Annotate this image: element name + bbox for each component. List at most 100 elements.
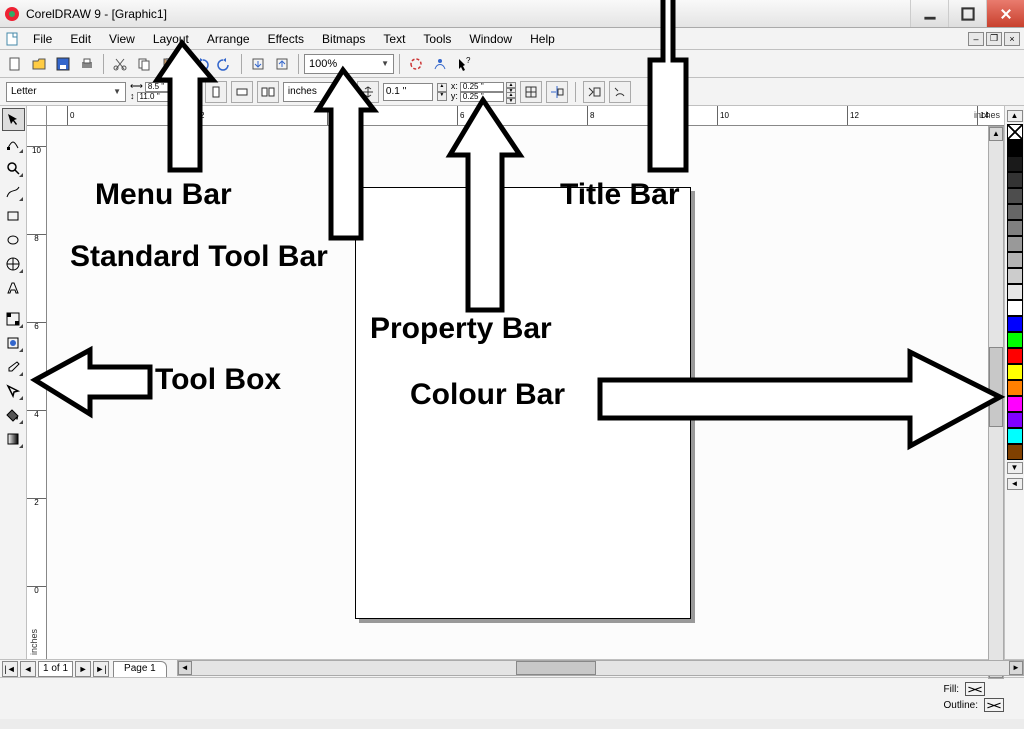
page-tab[interactable]: Page 1 — [113, 661, 167, 677]
minimize-button[interactable] — [910, 0, 948, 27]
color-swatch[interactable] — [1007, 348, 1023, 364]
menu-window[interactable]: Window — [460, 30, 521, 48]
save-button[interactable] — [52, 53, 74, 75]
drawing-canvas[interactable]: inches 02468101214 inches 1086420 — [27, 106, 1004, 659]
shape-tool[interactable] — [2, 132, 25, 155]
menu-bitmaps[interactable]: Bitmaps — [313, 30, 374, 48]
color-swatch[interactable] — [1007, 172, 1023, 188]
menu-edit[interactable]: Edit — [61, 30, 100, 48]
horizontal-ruler[interactable]: inches 02468101214 — [47, 106, 1004, 126]
color-swatch[interactable] — [1007, 380, 1023, 396]
first-page-button[interactable]: |◄ — [2, 661, 18, 677]
color-swatch[interactable] — [1007, 236, 1023, 252]
eyedropper-tool[interactable] — [2, 355, 25, 378]
horizontal-scrollbar[interactable]: ◄ ► — [177, 660, 1024, 676]
snap-to-guides-button[interactable] — [546, 81, 568, 103]
color-swatch[interactable] — [1007, 188, 1023, 204]
last-page-button[interactable]: ►| — [93, 661, 109, 677]
color-swatch[interactable] — [1007, 204, 1023, 220]
color-swatch[interactable] — [1007, 300, 1023, 316]
menu-effects[interactable]: Effects — [259, 30, 313, 48]
freehand-tool[interactable] — [2, 180, 25, 203]
mdi-minimize-button[interactable]: – — [968, 32, 984, 46]
color-swatch[interactable] — [1007, 140, 1023, 156]
outline-tool[interactable] — [2, 379, 25, 402]
color-swatch[interactable] — [1007, 444, 1023, 460]
color-swatch[interactable] — [1007, 396, 1023, 412]
color-swatch[interactable] — [1007, 428, 1023, 444]
page[interactable] — [355, 187, 691, 619]
treat-as-filled-button[interactable] — [609, 81, 631, 103]
new-button[interactable] — [4, 53, 26, 75]
text-tool[interactable] — [2, 276, 25, 299]
polygon-tool[interactable] — [2, 252, 25, 275]
color-swatch[interactable] — [1007, 220, 1023, 236]
page-layout-button[interactable] — [257, 81, 279, 103]
palette-flyout[interactable]: ◄ — [1007, 478, 1023, 490]
copy-button[interactable] — [133, 53, 155, 75]
close-button[interactable] — [986, 0, 1024, 27]
menu-view[interactable]: View — [100, 30, 144, 48]
mdi-restore-button[interactable]: ❐ — [986, 32, 1002, 46]
next-page-button[interactable]: ► — [75, 661, 91, 677]
color-swatch[interactable] — [1007, 364, 1023, 380]
menu-layout[interactable]: Layout — [144, 30, 198, 48]
menu-arrange[interactable]: Arrange — [198, 30, 259, 48]
vertical-scrollbar[interactable]: ▲ ▼ — [988, 126, 1004, 679]
interactive-transparency-tool[interactable] — [2, 331, 25, 354]
outline-indicator[interactable] — [984, 698, 1004, 712]
mdi-close-button[interactable]: × — [1004, 32, 1020, 46]
app-launcher-button[interactable] — [405, 53, 427, 75]
export-button[interactable] — [271, 53, 293, 75]
color-swatch[interactable] — [1007, 316, 1023, 332]
vertical-ruler[interactable]: inches 1086420 — [27, 126, 47, 659]
paper-height-field[interactable]: 11.0 '' — [137, 92, 181, 102]
dup-y-field[interactable]: 0.25 '' — [460, 92, 504, 102]
menu-tools[interactable]: Tools — [414, 30, 460, 48]
options-dialog-button[interactable] — [583, 81, 605, 103]
palette-scroll-down[interactable]: ▼ — [1007, 462, 1023, 474]
h-scroll-thumb[interactable] — [516, 661, 596, 675]
fill-tool[interactable] — [2, 403, 25, 426]
whats-this-button[interactable]: ? — [453, 53, 475, 75]
rectangle-tool[interactable] — [2, 204, 25, 227]
cut-button[interactable] — [109, 53, 131, 75]
redo-button[interactable] — [214, 53, 236, 75]
v-scroll-thumb[interactable] — [989, 347, 1003, 427]
dup-x-field[interactable]: 0.25 '' — [460, 82, 504, 92]
zoom-tool[interactable] — [2, 156, 25, 179]
prev-page-button[interactable]: ◄ — [20, 661, 36, 677]
undo-button[interactable] — [190, 53, 212, 75]
menu-help[interactable]: Help — [521, 30, 564, 48]
maximize-button[interactable] — [948, 0, 986, 27]
color-swatch[interactable] — [1007, 412, 1023, 428]
interactive-mesh-tool[interactable] — [2, 427, 25, 450]
ruler-origin[interactable] — [27, 106, 47, 126]
color-swatch[interactable] — [1007, 332, 1023, 348]
color-swatch[interactable] — [1007, 284, 1023, 300]
nudge-field[interactable]: 0.1 '' — [383, 83, 433, 101]
palette-scroll-up[interactable]: ▲ — [1007, 110, 1023, 122]
open-button[interactable] — [28, 53, 50, 75]
paper-size-combo[interactable]: Letter▼ — [6, 82, 126, 102]
color-swatch[interactable] — [1007, 268, 1023, 284]
paste-button[interactable] — [157, 53, 179, 75]
paper-width-field[interactable]: 8.5 '' — [145, 82, 189, 92]
no-color-swatch[interactable] — [1007, 124, 1023, 140]
color-swatch[interactable] — [1007, 156, 1023, 172]
scroll-right-button[interactable]: ► — [1009, 661, 1023, 675]
menu-text[interactable]: Text — [374, 30, 414, 48]
corel-online-button[interactable] — [429, 53, 451, 75]
menu-file[interactable]: File — [24, 30, 61, 48]
portrait-button[interactable] — [205, 81, 227, 103]
print-button[interactable] — [76, 53, 98, 75]
fill-indicator[interactable] — [965, 682, 985, 696]
snap-to-grid-button[interactable] — [520, 81, 542, 103]
landscape-button[interactable] — [231, 81, 253, 103]
color-swatch[interactable] — [1007, 252, 1023, 268]
workspace[interactable] — [47, 126, 1004, 659]
scroll-left-button[interactable]: ◄ — [178, 661, 192, 675]
ellipse-tool[interactable] — [2, 228, 25, 251]
pick-tool[interactable] — [2, 108, 25, 131]
interactive-fill-tool[interactable] — [2, 307, 25, 330]
